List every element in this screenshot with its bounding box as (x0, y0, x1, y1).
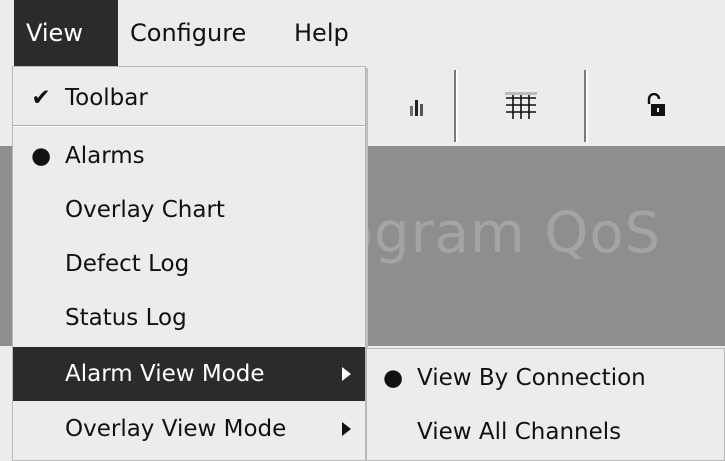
radio-bullet-icon: ● (30, 143, 52, 169)
menu-item-label: Overlay Chart (65, 197, 225, 223)
menu-item-label: Alarm View Mode (65, 361, 265, 387)
menu-item-overlay-view-mode[interactable]: Overlay View Mode (13, 402, 365, 456)
menu-item-label: Defect Log (65, 251, 190, 277)
submenu-item-view-by-connection[interactable]: ● View By Connection (367, 351, 724, 405)
menu-item-label: Toolbar (65, 85, 148, 111)
chart-toolbar-button[interactable] (366, 70, 456, 142)
panel-watermark: rogram QoS (316, 201, 662, 266)
menu-item-alarms[interactable]: ● Alarms (13, 129, 365, 183)
menu-item-label: Alarms (65, 143, 145, 169)
menu-separator (13, 125, 365, 127)
view-menu-dropdown: ✔ Toolbar ● Alarms Overlay Chart Defect … (12, 66, 366, 461)
menu-item-defect-log[interactable]: Defect Log (13, 237, 365, 291)
menu-bar: View Configure Help (0, 0, 725, 66)
grid-icon (505, 92, 537, 119)
bar-chart-icon (410, 100, 423, 116)
menu-view[interactable]: View (14, 0, 118, 66)
submenu-item-label: View All Channels (417, 419, 622, 445)
checkmark-icon: ✔ (31, 85, 51, 111)
menu-item-status-log[interactable]: Status Log (13, 291, 365, 345)
submenu-item-view-all-channels[interactable]: View All Channels (367, 405, 724, 459)
menu-item-alarm-view-mode[interactable]: Alarm View Mode (13, 347, 365, 401)
submenu-arrow-icon (342, 367, 351, 381)
unlock-icon (647, 93, 665, 116)
alarm-view-mode-submenu: ● View By Connection View All Channels (366, 348, 725, 461)
lock-toolbar-button[interactable] (586, 70, 725, 142)
menu-item-label: Overlay View Mode (65, 416, 287, 442)
radio-bullet-icon: ● (382, 365, 404, 391)
menu-item-overlay-chart[interactable]: Overlay Chart (13, 183, 365, 237)
menu-configure[interactable]: Configure (118, 0, 282, 66)
grid-toolbar-button[interactable] (456, 70, 586, 142)
menu-item-label: Status Log (65, 305, 187, 331)
submenu-arrow-icon (342, 422, 351, 436)
menu-item-toolbar[interactable]: ✔ Toolbar (13, 71, 365, 125)
submenu-item-label: View By Connection (417, 365, 646, 391)
menu-help[interactable]: Help (282, 0, 368, 66)
